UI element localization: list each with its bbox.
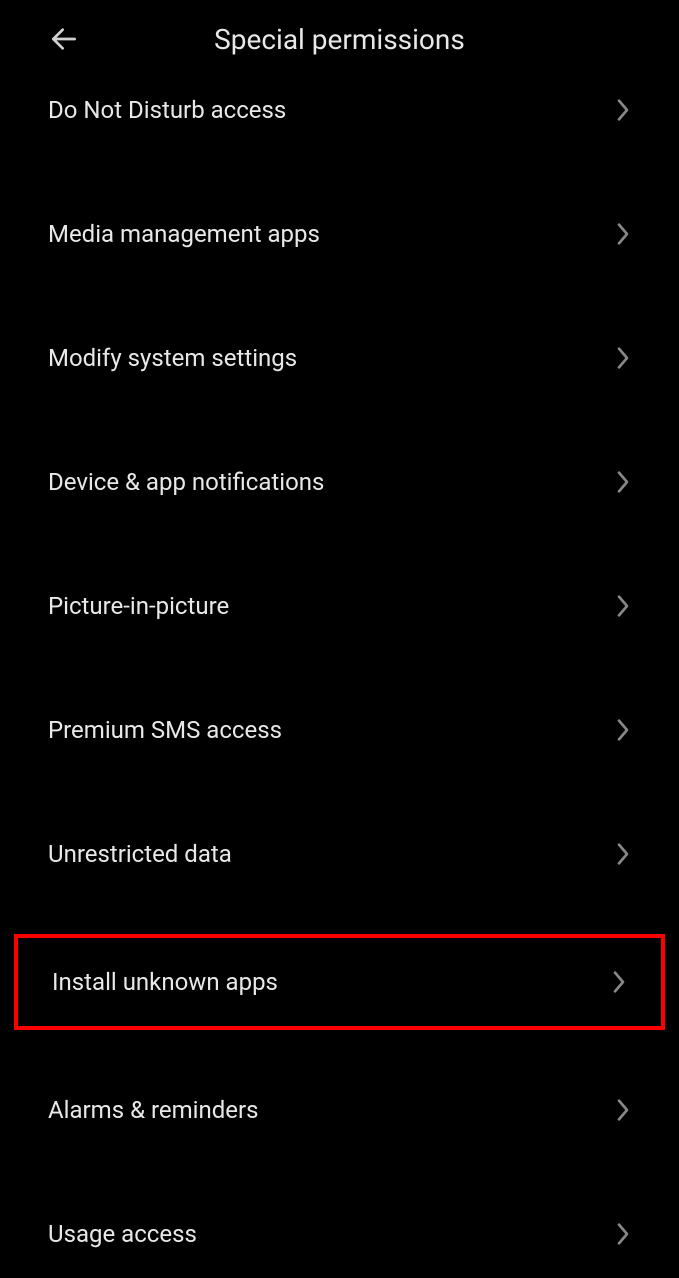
list-item-label: Premium SMS access (48, 716, 282, 744)
chevron-right-icon (615, 840, 631, 868)
item-device-notifications[interactable]: Device & app notifications (0, 438, 679, 526)
item-picture-in-picture[interactable]: Picture-in-picture (0, 562, 679, 650)
spacer (0, 402, 679, 438)
list-item-label: Media management apps (48, 220, 320, 248)
spacer (0, 1030, 679, 1066)
list-item-label: Picture-in-picture (48, 592, 229, 620)
chevron-right-icon (615, 220, 631, 248)
item-unrestricted-data[interactable]: Unrestricted data (0, 810, 679, 898)
item-premium-sms[interactable]: Premium SMS access (0, 686, 679, 774)
list-item-label: Install unknown apps (52, 968, 278, 996)
list-item-label: Device & app notifications (48, 468, 324, 496)
spacer (0, 774, 679, 810)
spacer (0, 526, 679, 562)
list-item-label: Usage access (48, 1220, 197, 1248)
permissions-list: Do Not Disturb access Media management ap… (0, 78, 679, 1278)
item-do-not-disturb[interactable]: Do Not Disturb access (0, 78, 679, 154)
list-item-label: Modify system settings (48, 344, 297, 372)
chevron-right-icon (615, 716, 631, 744)
spacer (0, 1154, 679, 1190)
chevron-right-icon (615, 344, 631, 372)
chevron-right-icon (615, 1220, 631, 1248)
header: Special permissions (0, 0, 679, 78)
item-install-unknown[interactable]: Install unknown apps (14, 934, 665, 1030)
spacer (0, 650, 679, 686)
back-icon[interactable] (48, 23, 80, 55)
item-modify-system[interactable]: Modify system settings (0, 314, 679, 402)
chevron-right-icon (615, 468, 631, 496)
chevron-right-icon (615, 96, 631, 124)
spacer (0, 278, 679, 314)
item-media-management[interactable]: Media management apps (0, 190, 679, 278)
item-alarms-reminders[interactable]: Alarms & reminders (0, 1066, 679, 1154)
spacer (0, 898, 679, 934)
list-item-label: Do Not Disturb access (48, 96, 286, 124)
chevron-right-icon (615, 592, 631, 620)
chevron-right-icon (615, 1096, 631, 1124)
page-title: Special permissions (20, 23, 659, 56)
item-usage-access[interactable]: Usage access (0, 1190, 679, 1278)
chevron-right-icon (611, 968, 627, 996)
list-item-label: Unrestricted data (48, 840, 232, 868)
spacer (0, 154, 679, 190)
list-item-label: Alarms & reminders (48, 1096, 259, 1124)
